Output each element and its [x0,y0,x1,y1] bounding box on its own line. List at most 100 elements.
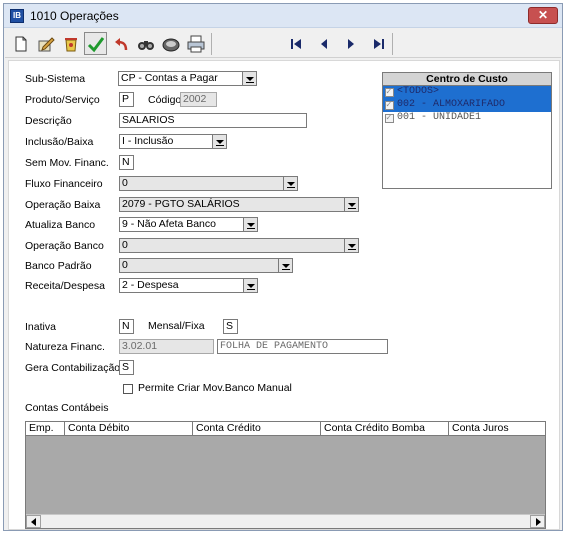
inativa-field[interactable]: N [119,319,134,334]
title-bar: IB 1010 Operações ✕ [4,4,562,28]
sem-mov-financ-field[interactable]: N [119,155,134,170]
horizontal-scrollbar[interactable] [26,514,545,528]
chevron-down-icon[interactable] [278,259,292,272]
column-header-conta-credito-bomba[interactable]: Conta Crédito Bomba [321,422,449,436]
chevron-down-icon[interactable] [344,198,358,211]
first-icon [290,38,301,49]
previous-icon [320,38,327,49]
chevron-left-icon [30,517,36,526]
fluxo-financeiro-label: Fluxo Financeiro [25,178,103,190]
search-icon [137,40,154,50]
gera-contabilizacao-label: Gera Contabilização [25,362,121,374]
chevron-down-icon[interactable] [242,72,256,85]
column-header-conta-debito[interactable]: Conta Débito [65,422,193,436]
close-button[interactable]: ✕ [528,7,558,24]
atualiza-banco-label: Atualiza Banco [25,219,96,231]
centro-custo-header: Centro de Custo [383,73,551,86]
natureza-financ-code-field[interactable]: 3.02.01 [119,339,214,354]
undo-button[interactable] [109,32,132,55]
operacao-banco-value: 0 [122,239,128,251]
mensal-fixa-field[interactable]: S [223,319,238,334]
fluxo-financeiro-value: 0 [122,177,128,189]
permite-criar-checkbox[interactable] [123,384,133,394]
operacao-baixa-select[interactable]: 2079 - PGTO SALÁRIOS [119,197,359,212]
edit-button[interactable] [34,32,57,55]
confirm-icon [87,36,104,52]
toolbar-separator [392,33,393,55]
form-area: Sub-Sistema CP - Contas a Pagar Produto/… [8,60,560,530]
toolbar [5,30,561,58]
centro-custo-item-label: 001 - UNIDADE1 [397,112,482,123]
first-record-button[interactable] [284,32,307,55]
atualiza-banco-select[interactable]: 9 - Não Afeta Banco [119,217,258,232]
banco-padrao-value: 0 [122,259,128,271]
centro-custo-item[interactable]: 001 - UNIDADE1 [383,112,551,125]
app-icon: IB [10,9,24,23]
chevron-down-icon[interactable] [243,279,257,292]
codigo-label: Código [148,94,182,106]
confirm-button[interactable] [84,32,107,55]
inativa-label: Inativa [25,321,56,333]
receita-despesa-select[interactable]: 2 - Despesa [119,278,258,293]
fluxo-financeiro-select[interactable]: 0 [119,176,298,191]
produto-servico-label: Produto/Serviço [25,94,100,106]
delete-icon [64,37,77,51]
subsistema-value: CP - Contas a Pagar [121,72,218,84]
last-icon [373,38,384,49]
operacao-banco-select[interactable]: 0 [119,238,359,253]
gera-contabilizacao-field[interactable]: S [119,360,134,375]
inclusao-baixa-label: Inclusão/Baixa [25,136,94,148]
subsistema-label: Sub-Sistema [25,73,86,85]
print-preview-icon [162,38,179,51]
checkbox-checked-icon[interactable] [385,86,394,98]
operacao-baixa-label: Operação Baixa [25,199,101,211]
chevron-down-icon[interactable] [212,135,226,148]
chevron-down-icon[interactable] [283,177,297,190]
previous-record-button[interactable] [312,32,335,55]
descricao-label: Descrição [25,115,72,127]
contas-contabeis-label: Contas Contábeis [25,402,109,414]
next-record-button[interactable] [339,32,362,55]
grid-header: Emp. Conta Débito Conta Crédito Conta Cr… [26,422,545,436]
centro-custo-item-label: <TODOS> [397,86,440,97]
contas-contabeis-grid[interactable]: Emp. Conta Débito Conta Crédito Conta Cr… [25,421,546,529]
scroll-left-button[interactable] [26,515,41,528]
new-icon [15,36,26,51]
subsistema-select[interactable]: CP - Contas a Pagar [118,71,257,86]
inclusao-baixa-select[interactable]: I - Inclusão [119,134,227,149]
operacao-banco-label: Operação Banco [25,240,104,252]
next-icon [347,38,354,49]
natureza-financ-description: FOLHA DE PAGAMENTO [217,339,388,354]
print-button[interactable] [184,32,207,55]
centro-custo-item[interactable]: <TODOS> [383,86,551,99]
delete-button[interactable] [59,32,82,55]
new-button[interactable] [9,32,32,55]
print-preview-button[interactable] [159,32,182,55]
search-button[interactable] [134,32,157,55]
centro-custo-item[interactable]: 002 - ALMOXARIFADO [383,99,551,112]
banco-padrao-label: Banco Padrão [25,260,92,272]
scroll-right-button[interactable] [530,515,545,528]
column-header-conta-juros[interactable]: Conta Juros [449,422,545,436]
centro-custo-list[interactable]: Centro de Custo <TODOS> 002 - ALMOXARIFA… [382,72,552,189]
operacoes-window: IB 1010 Operações ✕ Sub-Sistema CP - Con… [3,3,563,531]
banco-padrao-select[interactable]: 0 [119,258,293,273]
edit-icon [38,36,55,51]
checkbox-checked-icon[interactable] [385,112,394,124]
descricao-field[interactable]: SALARIOS [119,113,307,128]
mensal-fixa-label: Mensal/Fixa [148,320,205,332]
chevron-right-icon [535,517,541,526]
print-icon [187,35,204,52]
window-title: 1010 Operações [30,9,119,23]
produto-servico-field[interactable]: P [119,92,134,107]
column-header-emp[interactable]: Emp. [26,422,65,436]
chevron-down-icon[interactable] [243,218,257,231]
column-header-conta-credito[interactable]: Conta Crédito [193,422,321,436]
centro-custo-item-label: 002 - ALMOXARIFADO [397,99,506,110]
last-record-button[interactable] [367,32,390,55]
chevron-down-icon[interactable] [344,239,358,252]
undo-icon [114,37,127,50]
natureza-financ-label: Natureza Financ. [25,341,105,353]
checkbox-checked-icon[interactable] [385,99,394,111]
operacao-baixa-value: 2079 - PGTO SALÁRIOS [122,198,240,210]
